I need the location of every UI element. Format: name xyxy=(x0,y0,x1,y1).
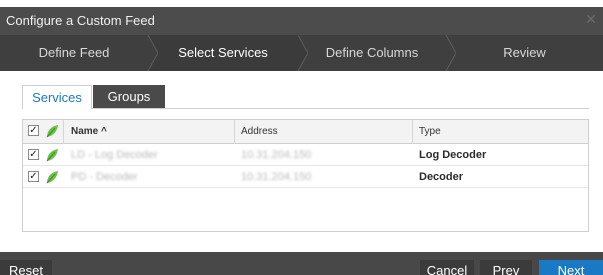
tab-groups[interactable]: Groups xyxy=(93,85,165,109)
top-strip xyxy=(0,0,603,7)
service-type-cell: Log Decoder xyxy=(419,149,487,161)
wizard-step-select-services[interactable]: Select Services xyxy=(148,35,298,71)
step-separator-icon xyxy=(438,35,456,71)
wizard-step-label: Define Columns xyxy=(325,45,419,60)
next-button[interactable]: Next xyxy=(539,260,603,275)
prev-button[interactable]: Prev xyxy=(480,260,532,275)
dialog-title: Configure a Custom Feed xyxy=(6,13,155,28)
header-separator xyxy=(234,120,235,144)
service-name-cell: LD - Log Decoder xyxy=(71,149,158,161)
close-icon[interactable]: ✕ xyxy=(583,11,599,27)
dialog-footer: Reset Cancel Prev Next xyxy=(0,252,603,275)
service-address-cell: 10.31.204.150 xyxy=(241,171,312,183)
leaf-icon xyxy=(46,171,58,184)
column-header-type[interactable]: Type xyxy=(419,120,441,144)
tab-services[interactable]: Services xyxy=(22,85,92,109)
wizard-step-label: Select Services xyxy=(178,45,268,60)
column-header-name[interactable]: Name ^ xyxy=(71,120,107,144)
select-all-checkbox[interactable]: ✓ xyxy=(28,125,39,136)
service-name-cell: PD - Decoder xyxy=(71,171,138,183)
step-separator-icon xyxy=(290,35,308,71)
wizard-step-define-columns[interactable]: Define Columns xyxy=(298,35,446,71)
cancel-button[interactable]: Cancel xyxy=(420,260,474,275)
reset-button[interactable]: Reset xyxy=(0,260,52,275)
tab-underline xyxy=(92,108,589,109)
header-separator xyxy=(63,120,64,144)
row-checkbox[interactable]: ✓ xyxy=(28,171,39,182)
services-grid: ✓ Name ^ Address Type ✓ LD - Log Decoder… xyxy=(22,119,589,232)
table-row[interactable]: ✓ PD - Decoder 10.31.204.150 Decoder xyxy=(23,166,588,188)
column-header-address[interactable]: Address xyxy=(241,120,278,144)
leaf-icon xyxy=(46,125,58,138)
service-type-cell: Decoder xyxy=(419,171,464,183)
wizard-step-label: Define Feed xyxy=(38,45,110,60)
wizard-step-label: Review xyxy=(503,45,546,60)
header-separator xyxy=(412,120,413,144)
row-checkbox[interactable]: ✓ xyxy=(28,149,39,160)
wizard-step-review[interactable]: Review xyxy=(446,35,603,71)
services-panel: Services Groups ✓ Name ^ Address Type ✓ xyxy=(22,85,589,232)
service-address-cell: 10.31.204.150 xyxy=(241,149,312,161)
grid-header: ✓ Name ^ Address Type xyxy=(23,120,588,144)
wizard-step-define-feed[interactable]: Define Feed xyxy=(0,35,148,71)
wizard-steps: Define Feed Select Services Define Colum… xyxy=(0,35,603,71)
configure-feed-dialog: Configure a Custom Feed ✕ Define Feed Se… xyxy=(0,7,603,275)
step-separator-icon xyxy=(140,35,158,71)
table-row[interactable]: ✓ LD - Log Decoder 10.31.204.150 Log Dec… xyxy=(23,144,588,166)
leaf-icon xyxy=(46,149,58,162)
dialog-titlebar: Configure a Custom Feed ✕ xyxy=(0,7,603,35)
